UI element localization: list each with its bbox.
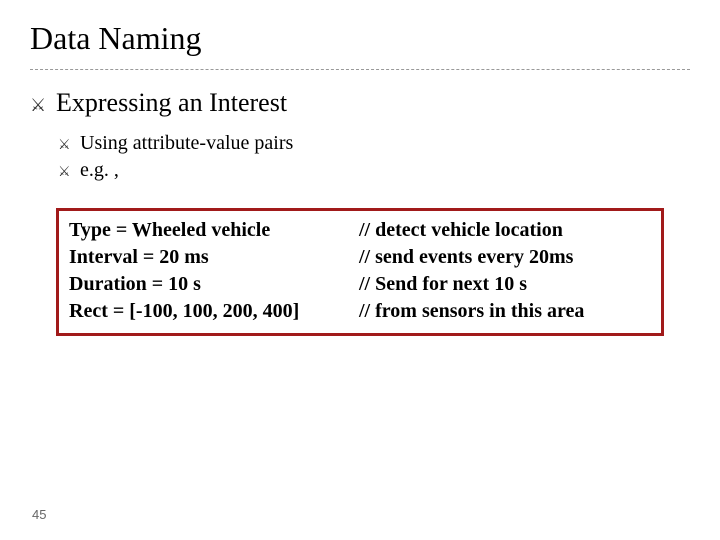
example-comment: // detect vehicle location bbox=[359, 217, 563, 244]
bullet-level-2: ⚔ e.g. , bbox=[58, 159, 690, 182]
slide-title: Data Naming bbox=[30, 20, 690, 57]
example-box: Type = Wheeled vehicle // detect vehicle… bbox=[56, 208, 664, 336]
bullet-level-2-text: e.g. , bbox=[80, 159, 119, 182]
example-attr: Interval = 20 ms bbox=[69, 244, 359, 271]
example-attr: Rect = [-100, 100, 200, 400] bbox=[69, 298, 359, 325]
example-row: Rect = [-100, 100, 200, 400] // from sen… bbox=[69, 298, 651, 325]
example-attr: Type = Wheeled vehicle bbox=[69, 217, 359, 244]
bullet-icon: ⚔ bbox=[58, 136, 80, 153]
bullet-icon: ⚔ bbox=[30, 95, 56, 116]
slide: Data Naming ⚔ Expressing an Interest ⚔ U… bbox=[0, 0, 720, 540]
bullet-icon: ⚔ bbox=[58, 163, 80, 180]
example-attr: Duration = 10 s bbox=[69, 271, 359, 298]
example-comment: // from sensors in this area bbox=[359, 298, 584, 325]
bullet-level-1-text: Expressing an Interest bbox=[56, 88, 287, 118]
example-comment: // send events every 20ms bbox=[359, 244, 573, 271]
bullet-level-1: ⚔ Expressing an Interest bbox=[30, 88, 690, 118]
example-comment: // Send for next 10 s bbox=[359, 271, 527, 298]
bullet-level-2: ⚔ Using attribute-value pairs bbox=[58, 132, 690, 155]
divider bbox=[30, 69, 690, 70]
page-number: 45 bbox=[32, 507, 46, 522]
example-row: Interval = 20 ms // send events every 20… bbox=[69, 244, 651, 271]
bullet-level-2-group: ⚔ Using attribute-value pairs ⚔ e.g. , bbox=[30, 132, 690, 182]
example-row: Type = Wheeled vehicle // detect vehicle… bbox=[69, 217, 651, 244]
bullet-level-2-text: Using attribute-value pairs bbox=[80, 132, 293, 155]
example-row: Duration = 10 s // Send for next 10 s bbox=[69, 271, 651, 298]
